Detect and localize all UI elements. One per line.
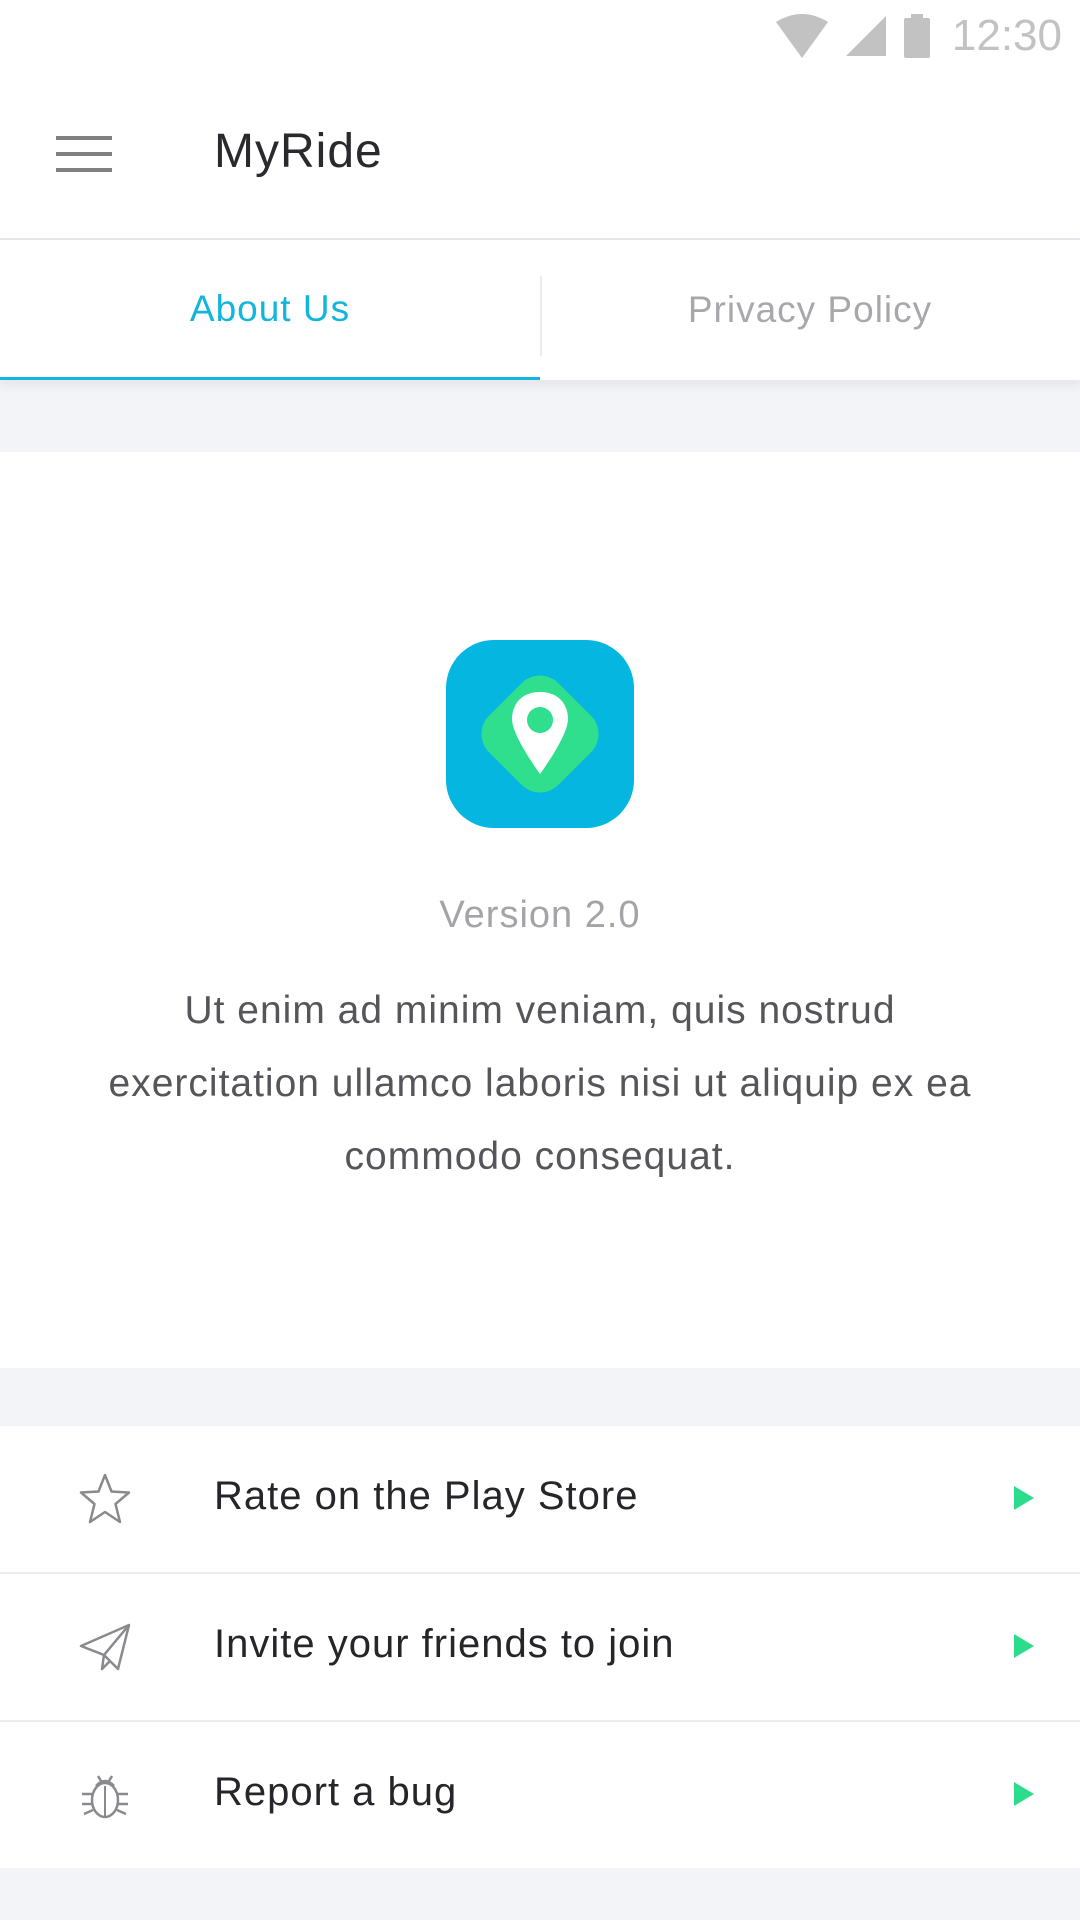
chevron-right-icon	[1014, 1634, 1034, 1658]
tab-label: About Us	[189, 287, 351, 329]
about-description: Ut enim ad minim veniam, quis nostrud ex…	[108, 989, 972, 1178]
chevron-right-icon	[1014, 1782, 1034, 1806]
menu-icon[interactable]	[56, 134, 112, 174]
signal-icon	[845, 16, 886, 56]
report-bug-item[interactable]: Report a bug	[0, 1722, 1080, 1868]
location-pin-icon	[446, 640, 634, 828]
invite-friends-item[interactable]: Invite your friends to join	[0, 1574, 1080, 1722]
star-icon	[79, 1473, 131, 1524]
action-label: Invite your friends to join	[214, 1622, 675, 1666]
chevron-right-icon	[1014, 1486, 1034, 1510]
battery-icon	[903, 14, 930, 58]
status-time: 12:30	[951, 11, 1062, 60]
version-text: Version 2.0	[439, 894, 641, 936]
status-bar: 12:30	[0, 0, 1080, 72]
paper-plane-icon	[79, 1623, 131, 1671]
tab-privacy-policy[interactable]: Privacy Policy	[540, 240, 1080, 380]
tab-about-us[interactable]: About Us	[0, 240, 540, 380]
tab-label: Privacy Policy	[687, 289, 933, 330]
tab-bar: About Us Privacy Policy	[0, 240, 1080, 380]
action-label: Report a bug	[214, 1770, 458, 1814]
rate-play-store-item[interactable]: Rate on the Play Store	[0, 1426, 1080, 1574]
app-bar: MyRide	[0, 72, 1080, 240]
tab-divider	[540, 276, 542, 356]
app-title: MyRide	[214, 125, 383, 178]
status-icons: 12:30	[774, 10, 1062, 62]
wifi-icon	[775, 14, 828, 58]
action-label: Rate on the Play Store	[214, 1474, 639, 1518]
about-card: Version 2.0 Ut enim ad minim veniam, qui…	[0, 452, 1080, 1368]
action-list: Rate on the Play Store Invite your frien…	[0, 1426, 1080, 1868]
bug-icon	[82, 1775, 128, 1819]
